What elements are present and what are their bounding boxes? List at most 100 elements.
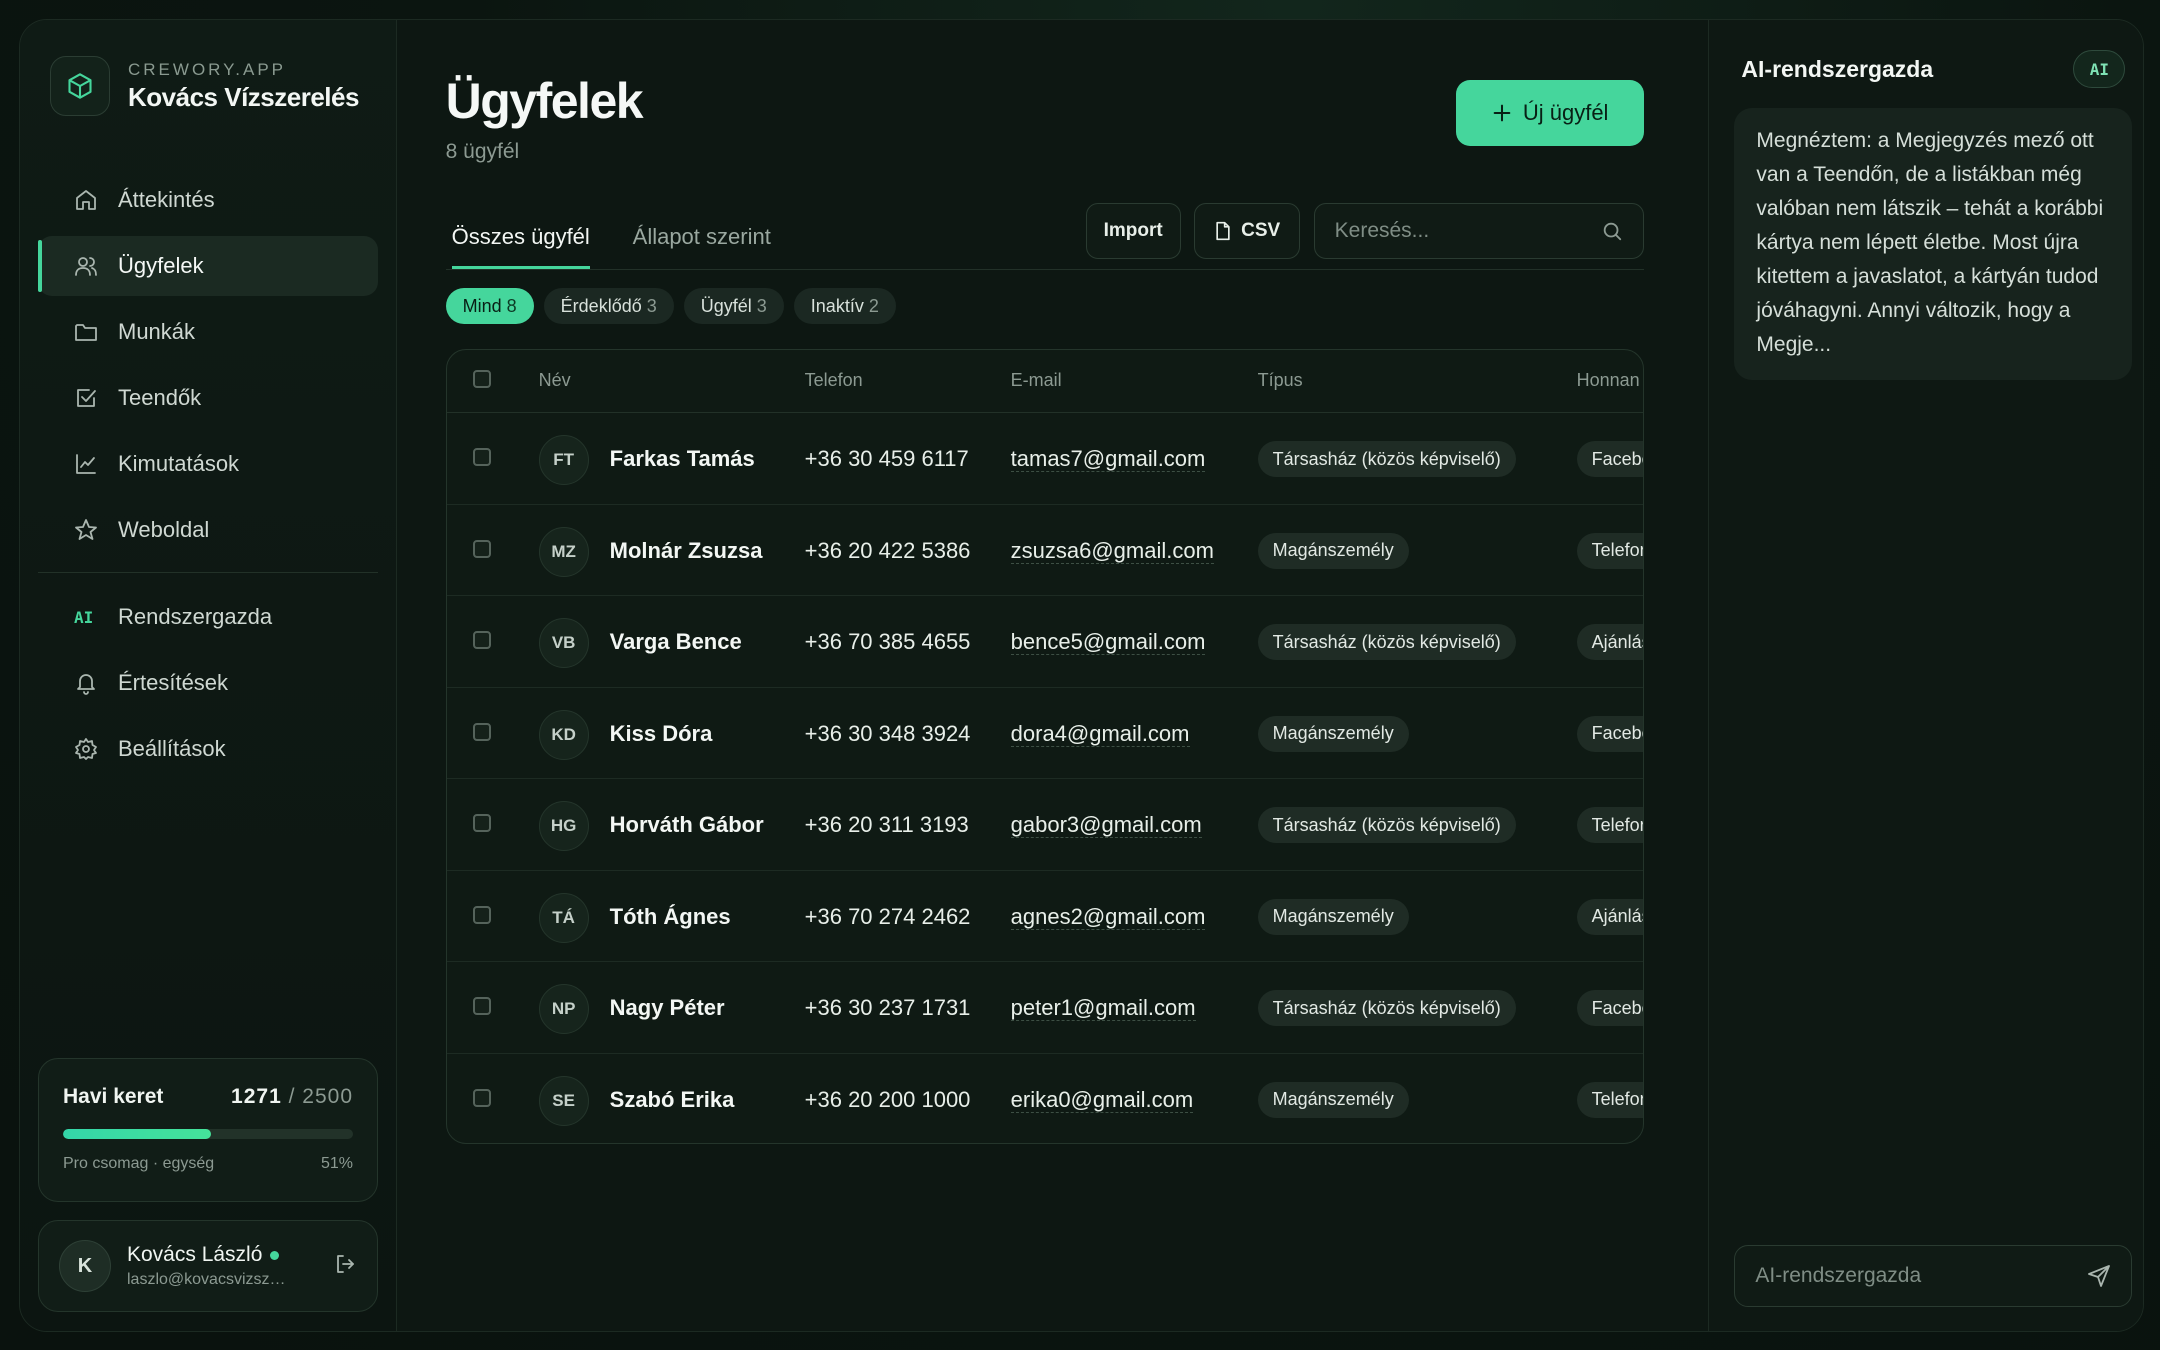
client-name[interactable]: Nagy Péter xyxy=(610,995,725,1021)
client-phone: +36 20 311 3193 xyxy=(804,812,969,837)
sidebar-item-admin[interactable]: AI Rendszergazda xyxy=(38,587,378,647)
client-name[interactable]: Kiss Dóra xyxy=(610,721,713,747)
clients-table: Név Telefon E-mail Típus Honnan FT Farkas… xyxy=(445,349,1644,1144)
header-name[interactable]: Név xyxy=(539,370,571,391)
table-row[interactable]: SE Szabó Erika +36 20 200 1000 erika0@gmail… xyxy=(447,1054,1643,1144)
sidebar: CREWORY.APP Kovács Vízszerelés Áttekinté… xyxy=(20,20,397,1331)
table-row[interactable]: NP Nagy Péter +36 30 237 1731 peter1@gmail.… xyxy=(446,962,1643,1054)
send-icon[interactable] xyxy=(2087,1264,2111,1288)
client-source-badge: Facebook xyxy=(1576,990,1643,1026)
row-checkbox[interactable] xyxy=(472,448,491,466)
client-name[interactable]: Horváth Gábor xyxy=(610,812,764,838)
ai-badge: AI xyxy=(2073,50,2126,88)
logout-icon[interactable] xyxy=(333,1252,357,1281)
client-type-badge: Magánszemély xyxy=(1257,532,1409,569)
header-phone[interactable]: Telefon xyxy=(805,370,863,391)
row-checkbox[interactable] xyxy=(472,631,491,649)
csv-label: CSV xyxy=(1241,220,1281,241)
quota-progress-bar xyxy=(63,1129,353,1139)
table-header: Név Telefon E-mail Típus Honnan xyxy=(446,350,1643,413)
row-checkbox[interactable] xyxy=(472,539,491,558)
client-email[interactable]: gabor3@gmail.com xyxy=(1010,812,1202,838)
client-email[interactable]: peter1@gmail.com xyxy=(1010,995,1196,1021)
tab-all-clients[interactable]: Összes ügyfél xyxy=(451,224,590,269)
folder-icon xyxy=(74,320,98,344)
sidebar-item-jobs[interactable]: Munkák xyxy=(38,302,378,362)
ai-input-box[interactable] xyxy=(1734,1245,2133,1307)
table-row[interactable]: KD Kiss Dóra +36 30 348 3924 dora4@gmail.co… xyxy=(446,688,1643,779)
header-type[interactable]: Típus xyxy=(1258,370,1303,391)
chip-prospect[interactable]: Érdeklődő 3 xyxy=(543,288,674,324)
table-row[interactable]: TÁ Tóth Ágnes +36 70 274 2462 agnes2@gmail.… xyxy=(446,871,1643,962)
client-source-badge: Ajánlás xyxy=(1576,624,1643,660)
ai-message: Megnéztem: a Megjegyzés mező ott van a T… xyxy=(1734,108,2133,380)
online-status-icon xyxy=(270,1250,280,1260)
page-title: Ügyfelek xyxy=(445,73,644,129)
client-name[interactable]: Tóth Ágnes xyxy=(610,904,731,930)
brand[interactable]: CREWORY.APP Kovács Vízszerelés xyxy=(50,56,359,116)
client-name[interactable]: Molnár Zsuzsa xyxy=(610,538,763,564)
client-email[interactable]: agnes2@gmail.com xyxy=(1010,903,1206,930)
filter-chips: Mind 8 Érdeklődő 3 Ügyfél 3 Inaktív 2 xyxy=(445,288,896,324)
ai-chat-input[interactable] xyxy=(1755,1264,2076,1288)
client-source-badge: Ajánlás xyxy=(1576,898,1643,935)
chip-client[interactable]: Ügyfél 3 xyxy=(683,288,784,324)
client-email[interactable]: bence5@gmail.com xyxy=(1010,629,1206,655)
client-email[interactable]: tamas7@gmail.com xyxy=(1010,446,1206,472)
table-row[interactable]: HG Horváth Gábor +36 20 311 3193 gabor3@gma… xyxy=(446,779,1643,871)
checkbox-icon xyxy=(74,386,98,410)
client-name[interactable]: Farkas Tamás xyxy=(610,446,755,472)
header-email[interactable]: E-mail xyxy=(1011,370,1062,391)
sidebar-item-label: Értesítések xyxy=(118,670,229,695)
import-button[interactable]: Import xyxy=(1085,203,1181,259)
client-email[interactable]: erika0@gmail.com xyxy=(1010,1086,1194,1113)
sidebar-item-label: Ügyfelek xyxy=(118,253,204,278)
table-row[interactable]: FT Farkas Tamás +36 30 459 6117 tamas7@gmai… xyxy=(446,413,1643,505)
tab-by-status[interactable]: Állapot szerint xyxy=(633,224,771,266)
row-checkbox[interactable] xyxy=(472,814,491,832)
row-checkbox[interactable] xyxy=(472,997,491,1015)
search-input[interactable] xyxy=(1334,219,1585,243)
client-name[interactable]: Szabó Erika xyxy=(610,1087,735,1113)
avatar: K xyxy=(59,1240,111,1292)
sidebar-item-website[interactable]: Weboldal xyxy=(38,500,378,560)
select-all-checkbox[interactable] xyxy=(472,370,491,388)
sidebar-item-label: Weboldal xyxy=(118,517,210,542)
table-row[interactable]: VB Varga Bence +36 70 385 4655 bence5@gmail… xyxy=(446,596,1643,688)
table-row[interactable]: MZ Molnár Zsuzsa +36 20 422 5386 zsuzsa6@gm… xyxy=(446,505,1643,596)
sidebar-item-clients[interactable]: Ügyfelek xyxy=(38,236,378,296)
csv-button[interactable]: CSV xyxy=(1193,203,1300,259)
main-content: Ügyfelek 8 ügyfél Új ügyfél Összes ügyfé… xyxy=(397,20,1709,1331)
chip-all[interactable]: Mind 8 xyxy=(445,288,534,324)
ai-assistant-panel: AI-rendszergazda AI Megnéztem: a Megjegy… xyxy=(1708,20,2143,1331)
sidebar-item-settings[interactable]: Beállítások xyxy=(38,719,378,779)
new-client-button[interactable]: Új ügyfél xyxy=(1455,80,1644,146)
client-type-badge: Magánszemély xyxy=(1257,898,1409,935)
row-checkbox[interactable] xyxy=(472,905,491,924)
chart-icon xyxy=(74,452,98,476)
chip-inactive[interactable]: Inaktív 2 xyxy=(793,288,896,324)
client-phone: +36 70 274 2462 xyxy=(804,903,971,929)
client-name[interactable]: Varga Bence xyxy=(610,629,742,655)
ai-glyph-icon: AI xyxy=(74,607,94,627)
cube-logo-icon xyxy=(50,56,110,116)
header-source[interactable]: Honnan xyxy=(1577,370,1640,391)
client-email[interactable]: dora4@gmail.com xyxy=(1010,720,1190,747)
quota-percent: 51% xyxy=(320,1155,353,1172)
user-card[interactable]: K Kovács László laszlo@kovacsvizszereles… xyxy=(38,1220,378,1312)
sidebar-item-overview[interactable]: Áttekintés xyxy=(38,170,378,230)
sidebar-item-notifications[interactable]: Értesítések xyxy=(38,653,378,713)
client-type-badge: Társasház (közös képviselő) xyxy=(1257,990,1516,1026)
client-source-badge: Telefon xyxy=(1576,807,1643,843)
search-icon[interactable] xyxy=(1601,220,1623,242)
client-phone: +36 30 459 6117 xyxy=(804,446,969,471)
row-checkbox[interactable] xyxy=(472,722,491,741)
file-icon xyxy=(1216,221,1230,241)
sidebar-item-reports[interactable]: Kimutatások xyxy=(38,434,378,494)
row-checkbox[interactable] xyxy=(472,1088,491,1107)
client-email[interactable]: zsuzsa6@gmail.com xyxy=(1010,537,1214,564)
sidebar-item-tasks[interactable]: Teendők xyxy=(38,368,378,428)
search-box[interactable] xyxy=(1313,203,1644,259)
star-icon xyxy=(74,518,98,542)
client-avatar: MZ xyxy=(538,526,589,577)
